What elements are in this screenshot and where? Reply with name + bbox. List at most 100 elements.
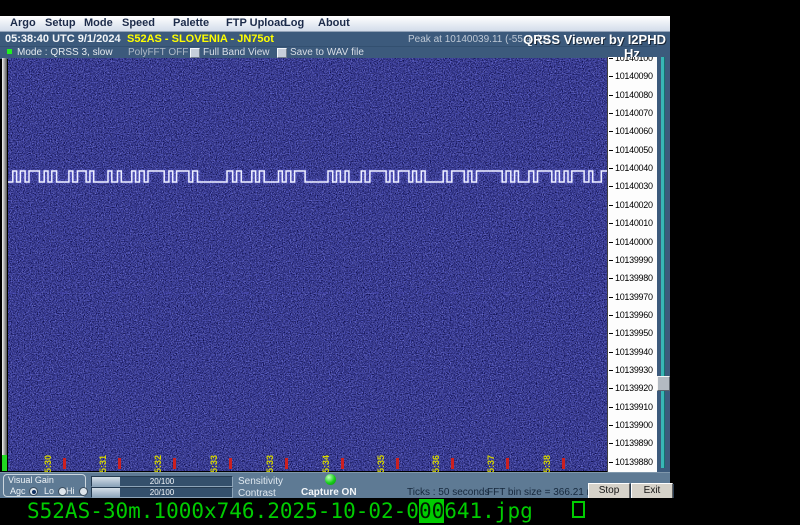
visual-gain-radio-hi[interactable] [79, 487, 88, 496]
capture-status: Capture ON [301, 487, 357, 498]
freq-tick-mark [609, 131, 613, 132]
freq-label-row: 10139980 [608, 273, 658, 283]
status-bar: 05:38:40 UTC 9/1/2024 S52AS - SLOVENIA -… [0, 32, 670, 46]
scrollbar-thumb[interactable] [657, 376, 670, 391]
filename-inverted: 00 [419, 499, 444, 523]
freq-tick-mark [609, 58, 613, 59]
column-progress-strip [2, 58, 7, 471]
freq-tick-mark [609, 205, 613, 206]
time-tick-mark [229, 458, 232, 469]
visual-gain-groupbox: Visual Gain AgcLoHi [3, 474, 86, 497]
freq-label: 10139980 [615, 273, 653, 283]
sensitivity-label: Sensitivity [238, 476, 283, 487]
freq-tick-mark [609, 352, 613, 353]
freq-label: 10140080 [615, 90, 653, 100]
freq-tick-mark [609, 425, 613, 426]
freq-label-row: 10140100 [608, 57, 658, 63]
menu-item-argo[interactable]: Argo [10, 17, 36, 29]
menu-item-log[interactable]: Log [284, 17, 304, 29]
freq-tick-mark [609, 407, 613, 408]
utc-datetime: 05:38:40 UTC 9/1/2024 [5, 33, 121, 45]
freq-label: 10139910 [615, 402, 653, 412]
freq-tick-mark [609, 113, 613, 114]
control-bar: Visual Gain AgcLoHi 20/100 Sensitivity 2… [0, 472, 670, 498]
freq-label: 10140010 [615, 218, 653, 228]
mode-readout: Mode : QRSS 3, slow [17, 47, 113, 58]
freq-label: 10140060 [615, 126, 653, 136]
freq-label-row: 10139910 [608, 402, 658, 412]
visual-gain-label: Visual Gain [8, 475, 54, 485]
menu-item-mode[interactable]: Mode [84, 17, 113, 29]
save-wav-checkbox[interactable] [277, 48, 287, 58]
freq-label: 10140090 [615, 71, 653, 81]
ticks-info: Ticks : 50 seconds [407, 487, 489, 498]
freq-tick-mark [609, 95, 613, 96]
frequency-scale: 10140100 10140090 10140080 10140070 10140060… [607, 57, 658, 472]
contrast-slider[interactable]: 20/100 [91, 487, 233, 498]
freq-tick-mark [609, 333, 613, 334]
menu-item-speed[interactable]: Speed [122, 17, 155, 29]
freq-tick-mark [609, 370, 613, 371]
freq-label: 10139920 [615, 383, 653, 393]
save-wav-label: Save to WAV file [290, 47, 364, 58]
waterfall-display: 05:3005:3105:3205:3305:3305:3405:3505:36… [8, 58, 607, 471]
freq-tick-mark [609, 168, 613, 169]
freq-label-row: 10140010 [608, 218, 658, 228]
freq-label: 10139940 [615, 347, 653, 357]
freq-label-row: 10140050 [608, 145, 658, 155]
column-progress-fill [2, 455, 7, 471]
freq-label: 10139950 [615, 328, 653, 338]
freq-label: 10140030 [615, 181, 653, 191]
freq-label: 10139880 [615, 457, 653, 467]
freq-label-row: 10139970 [608, 292, 658, 302]
menu-item-setup[interactable]: Setup [45, 17, 76, 29]
full-band-view-checkbox[interactable] [190, 48, 200, 58]
scrollbar-track[interactable] [661, 57, 665, 468]
freq-label-row: 10139930 [608, 365, 658, 375]
freq-label: 10140000 [615, 237, 653, 247]
time-tick-mark [396, 458, 399, 469]
freq-label-row: 10139900 [608, 420, 658, 430]
freq-label: 10140070 [615, 108, 653, 118]
sensitivity-value: 20/100 [92, 477, 232, 486]
text-cursor [572, 501, 585, 518]
time-tick-mark [173, 458, 176, 469]
visual-gain-radio-agc[interactable] [29, 487, 38, 496]
visual-gain-option-label-agc: Agc [10, 486, 26, 496]
time-tick-mark [341, 458, 344, 469]
radio-selected-dot [32, 490, 36, 494]
freq-tick-mark [609, 462, 613, 463]
freq-label-row: 10140040 [608, 163, 658, 173]
menu-item-about[interactable]: About [318, 17, 350, 29]
menu-bar: Argo Setup Mode Speed Palette FTP UploadLog Ab… [0, 16, 670, 32]
capture-filename: S52AS-30m.1000x746.2025-10-02-000641.jpg [27, 499, 533, 523]
freq-tick-mark [609, 443, 613, 444]
freq-label: 10139930 [615, 365, 653, 375]
freq-label: 10139960 [615, 310, 653, 320]
time-tick-mark [63, 458, 66, 469]
freq-label-row: 10140030 [608, 181, 658, 191]
freq-tick-mark [609, 260, 613, 261]
freq-label-row: 10139950 [608, 328, 658, 338]
sensitivity-slider[interactable]: 20/100 [91, 476, 233, 487]
capture-led-icon [325, 474, 336, 485]
filename-suffix: 641.jpg [444, 499, 533, 523]
freq-label: 10140020 [615, 200, 653, 210]
freq-tick-mark [609, 223, 613, 224]
time-tick-mark [506, 458, 509, 469]
visual-gain-option-label-hi: Hi [66, 486, 75, 496]
freq-tick-mark [609, 388, 613, 389]
time-tick-mark [285, 458, 288, 469]
exit-button[interactable]: Exit [631, 483, 673, 499]
menu-item-ftp-upload[interactable]: FTP Upload [226, 17, 287, 29]
menu-item-palette[interactable]: Palette [173, 17, 209, 29]
freq-label-row: 10140000 [608, 237, 658, 247]
stop-button[interactable]: Stop [588, 483, 630, 499]
freq-tick-mark [609, 186, 613, 187]
freq-tick-mark [609, 278, 613, 279]
freq-label-row: 10139990 [608, 255, 658, 265]
freq-label: 10140050 [615, 145, 653, 155]
freq-label: 10139990 [615, 255, 653, 265]
polyfft-status[interactable]: PolyFFT OFF [128, 47, 188, 58]
freq-label: 10139890 [615, 438, 653, 448]
